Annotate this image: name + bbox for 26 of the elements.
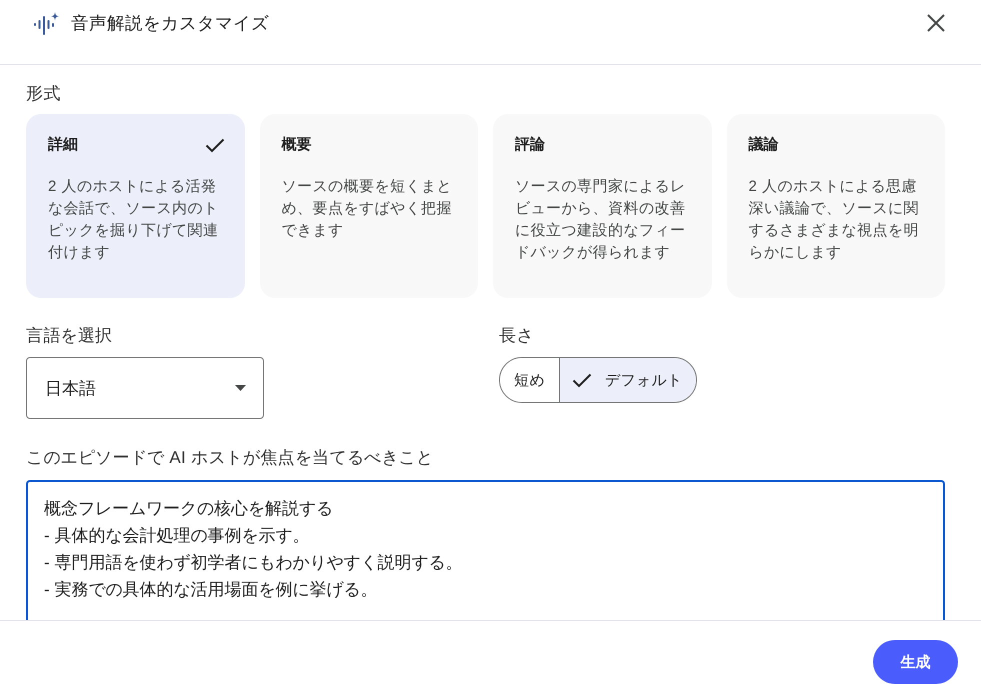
format-label: 形式	[26, 83, 62, 105]
format-title: 詳細	[48, 135, 78, 155]
format-card[interactable]: 詳細 2 人のホストによる活発な会話で、ソース内のトピックを掘り下げて関連付けます	[26, 114, 244, 298]
language-select[interactable]: 日本語	[26, 357, 264, 419]
focus-label: このエピソードで AI ホストが焦点を当てるべきこと	[26, 447, 434, 469]
length-label: 長さ	[499, 325, 534, 347]
format-description: 2 人のホストによる思慮深い議論で、ソースに関するさまざまな視点を明らかにします	[748, 177, 920, 263]
language-label: 言語を選択	[26, 325, 112, 347]
length-option[interactable]: デフォルト	[559, 358, 696, 402]
format-title: 概要	[282, 135, 312, 155]
close-icon	[927, 14, 945, 32]
dropdown-caret-icon	[235, 385, 246, 391]
format-card[interactable]: 評論 ソースの専門家によるレビューから、資料の改善に役立つ建設的なフィードバックが得られます	[493, 114, 712, 298]
format-card[interactable]: 概要 ソースの概要を短くまとめ、要点をすばやく把握できます	[260, 114, 478, 298]
format-card[interactable]: 議論 2 人のホストによる思慮深い議論で、ソースに関するさまざまな視点を明らかにします	[726, 114, 945, 298]
generate-button[interactable]: 生成	[873, 640, 958, 684]
format-description: ソースの概要を短くまとめ、要点をすばやく把握できます	[282, 177, 453, 241]
format-title: 議論	[748, 135, 778, 155]
check-icon	[204, 138, 224, 152]
focus-input-field[interactable]: 概念フレームワークの核心を解説する - 具体的な会計処理の事例を示す。 - 専門用語を使わず初学者にもわかりやすく説明する。 - 実務での具体的な活用場面を例に挙げる。	[26, 480, 945, 620]
format-title: 評論	[515, 135, 545, 155]
check-icon	[572, 372, 592, 388]
format-description: ソースの専門家によるレビューから、資料の改善に役立つ建設的なフィードバックが得られます	[515, 177, 686, 263]
audio-sparkle-icon	[34, 12, 60, 34]
dialog-title: 音声解説をカスタマイズ	[71, 12, 270, 35]
format-description: 2 人のホストによる活発な会話で、ソース内のトピックを掘り下げて関連付けます	[48, 177, 220, 263]
